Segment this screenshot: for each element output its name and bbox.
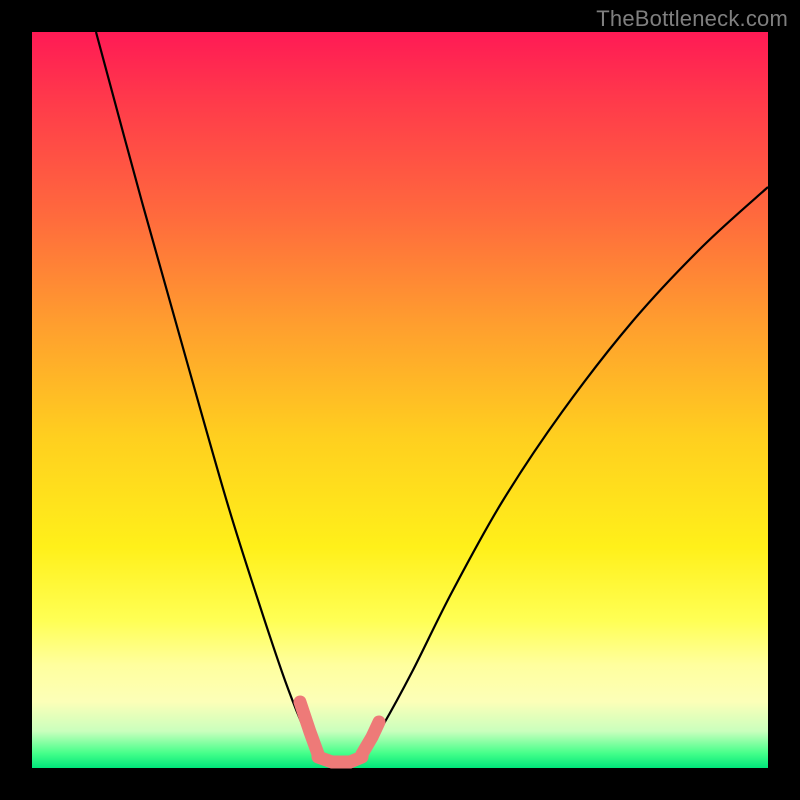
marker-segment-right [362, 722, 379, 754]
marker-segment-bottom [318, 757, 362, 762]
chart-container: TheBottleneck.com [0, 0, 800, 800]
marker-segment-left [300, 702, 318, 754]
watermark-label: TheBottleneck.com [596, 6, 788, 32]
plot-area [32, 32, 768, 768]
chart-svg [32, 32, 768, 768]
bottleneck-curve [96, 32, 768, 763]
